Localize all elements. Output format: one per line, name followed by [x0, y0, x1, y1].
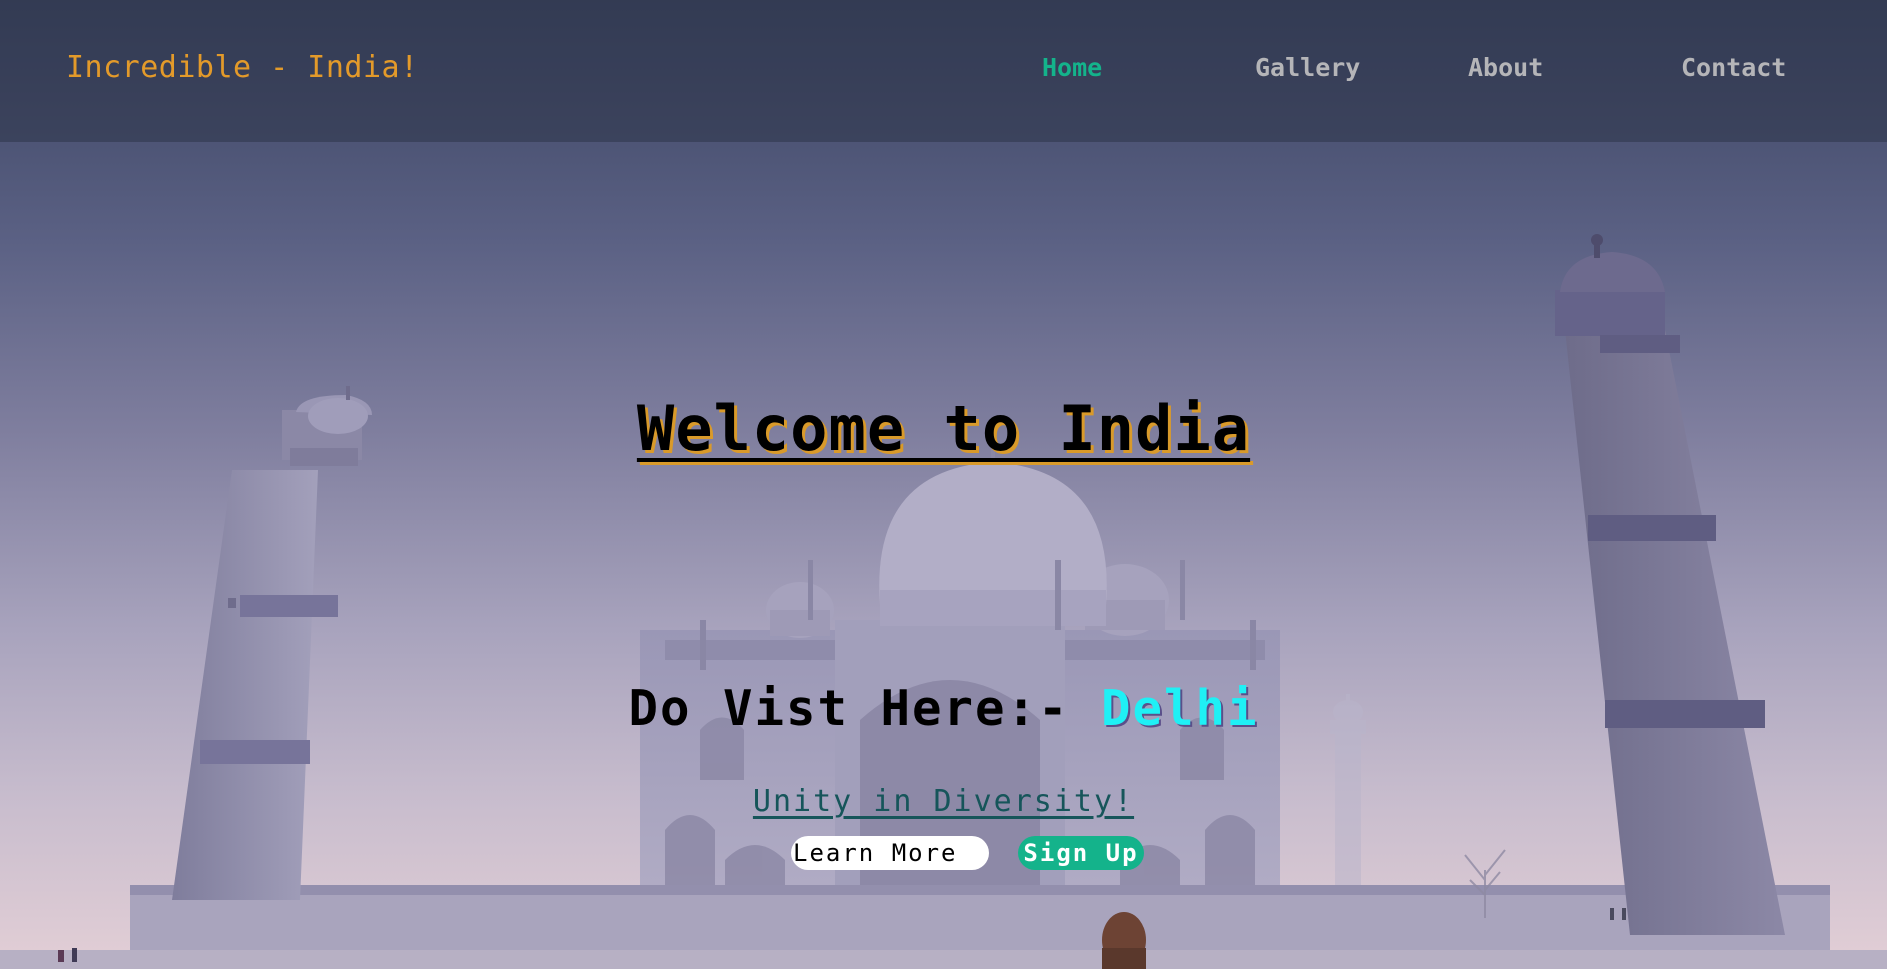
learn-more-button[interactable]: Learn More	[791, 836, 989, 870]
tagline-link[interactable]: Unity in Diversity!	[0, 784, 1887, 819]
nav-link-contact[interactable]: Contact	[1681, 53, 1786, 82]
visit-prefix: Do Vist Here:-	[628, 680, 1101, 737]
hero-button-row: Learn More Sign Up	[0, 836, 1887, 870]
nav-link-about[interactable]: About	[1468, 53, 1543, 82]
nav-link-gallery[interactable]: Gallery	[1255, 53, 1360, 82]
nav-link-home[interactable]: Home	[1042, 53, 1102, 82]
hero-heading: Welcome to India	[636, 392, 1251, 465]
navbar: Incredible - India! Home Gallery About C…	[0, 0, 1887, 142]
visit-line: Do Vist Here:- Delhi	[0, 680, 1887, 737]
taj-mahal-background-image	[0, 234, 1887, 969]
sign-up-button[interactable]: Sign Up	[1018, 836, 1144, 870]
visit-city-typed-text: Delhi	[1101, 680, 1259, 737]
hero-section: Incredible - India! Home Gallery About C…	[0, 0, 1887, 969]
brand-logo-text[interactable]: Incredible - India!	[66, 50, 419, 85]
